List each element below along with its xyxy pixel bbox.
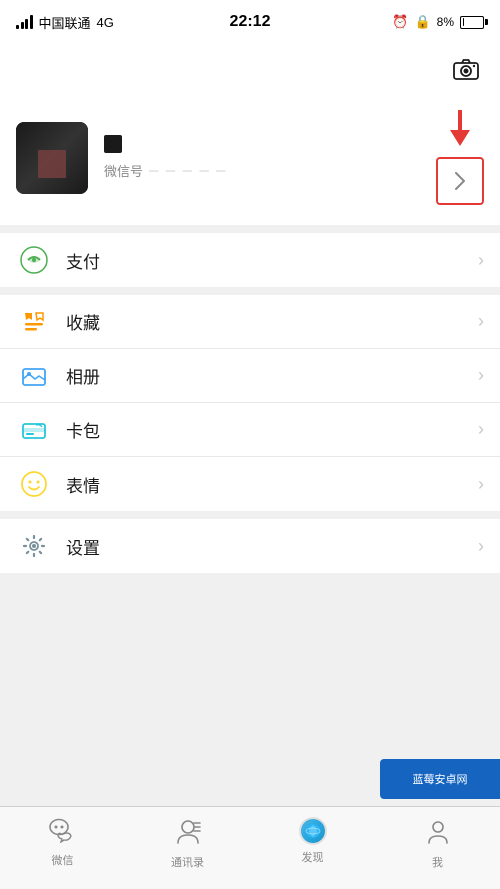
collect-chevron: ›	[478, 311, 484, 332]
discover-tab-icon	[299, 817, 327, 845]
wechat-tab-label: 微信	[52, 852, 74, 868]
menu-item-album[interactable]: 相册 ›	[0, 349, 500, 403]
discover-tab-label: 发现	[302, 849, 324, 865]
status-bar: 中国联通 4G 22:12 ⏰ 🔒 8%	[0, 0, 500, 44]
menu-section-main: 收藏 › 相册 › 卡包 ›	[0, 295, 500, 511]
contacts-tab-label: 通讯录	[171, 854, 204, 870]
album-label: 相册	[66, 363, 478, 388]
me-tab-icon	[424, 817, 452, 850]
tab-wechat[interactable]: 微信	[0, 817, 125, 868]
arrow-annotation	[436, 110, 484, 205]
profile-info: 微信号 ─ ─ ─ ─ ─	[104, 135, 228, 180]
album-icon	[20, 362, 48, 390]
battery-fill	[463, 18, 465, 26]
card-chevron: ›	[478, 419, 484, 440]
discover-tab-icon-inner	[301, 819, 325, 843]
profile-section: 微信号 ─ ─ ─ ─ ─	[0, 94, 500, 233]
alarm-icon: ⏰	[392, 14, 408, 30]
tab-discover[interactable]: 发现	[250, 817, 375, 865]
red-arrow-down	[442, 110, 478, 155]
settings-label: 设置	[66, 534, 478, 559]
contacts-tab-icon	[174, 817, 202, 850]
emoji-label: 表情	[66, 472, 478, 497]
wechat-id-label: 微信号	[104, 161, 143, 180]
header-area	[0, 44, 500, 94]
album-chevron: ›	[478, 365, 484, 386]
card-label: 卡包	[66, 417, 478, 442]
payment-label: 支付	[66, 248, 478, 273]
menu-item-emoji[interactable]: 表情 ›	[0, 457, 500, 511]
settings-icon	[20, 532, 48, 560]
payment-icon-wrap	[16, 242, 52, 278]
watermark-text: 蓝莓安卓网	[413, 771, 468, 787]
profile-detail-button[interactable]	[436, 157, 484, 205]
emoji-icon	[20, 470, 48, 498]
status-left: 中国联通 4G	[16, 13, 114, 32]
camera-button[interactable]	[448, 51, 484, 87]
menu-item-settings[interactable]: 设置 ›	[0, 519, 500, 573]
payment-chevron: ›	[478, 250, 484, 271]
profile-name-square	[104, 135, 122, 153]
tab-contacts[interactable]: 通讯录	[125, 817, 250, 870]
emoji-chevron: ›	[478, 474, 484, 495]
status-time: 22:12	[230, 13, 271, 31]
menu-item-collect[interactable]: 收藏 ›	[0, 295, 500, 349]
profile-right	[436, 110, 484, 205]
chevron-right-icon	[455, 172, 465, 190]
settings-chevron: ›	[478, 536, 484, 557]
payment-icon	[20, 246, 48, 274]
card-icon	[20, 416, 48, 444]
tab-me[interactable]: 我	[375, 817, 500, 870]
profile-name-row	[104, 135, 228, 153]
lock-icon: 🔒	[414, 14, 430, 30]
signal-icon	[16, 15, 33, 29]
wechat-id-row: 微信号 ─ ─ ─ ─ ─	[104, 161, 228, 180]
avatar-patch	[38, 150, 66, 178]
menu-item-card[interactable]: 卡包 ›	[0, 403, 500, 457]
menu-item-payment[interactable]: 支付 ›	[0, 233, 500, 287]
collect-icon-wrap	[16, 304, 52, 340]
profile-left: 微信号 ─ ─ ─ ─ ─	[16, 122, 228, 194]
battery-percent: 8%	[437, 15, 454, 29]
settings-icon-wrap	[16, 528, 52, 564]
menu-section-payment: 支付 ›	[0, 233, 500, 287]
avatar-inner	[16, 122, 88, 194]
avatar[interactable]	[16, 122, 88, 194]
emoji-icon-wrap	[16, 466, 52, 502]
album-icon-wrap	[16, 358, 52, 394]
card-icon-wrap	[16, 412, 52, 448]
network-label: 4G	[97, 15, 114, 30]
tab-bar: 微信 通讯录 发现	[0, 806, 500, 889]
collect-icon	[20, 308, 48, 336]
carrier-label: 中国联通	[39, 13, 91, 32]
me-tab-label: 我	[432, 854, 443, 870]
battery-icon	[460, 16, 484, 29]
wechat-id-value: ─ ─ ─ ─ ─	[149, 163, 228, 178]
watermark: 蓝莓安卓网	[380, 759, 500, 799]
menu-section-settings: 设置 ›	[0, 519, 500, 573]
wechat-tab-icon	[49, 817, 77, 848]
camera-icon	[453, 58, 479, 80]
status-right: ⏰ 🔒 8%	[392, 14, 484, 30]
collect-label: 收藏	[66, 309, 478, 334]
